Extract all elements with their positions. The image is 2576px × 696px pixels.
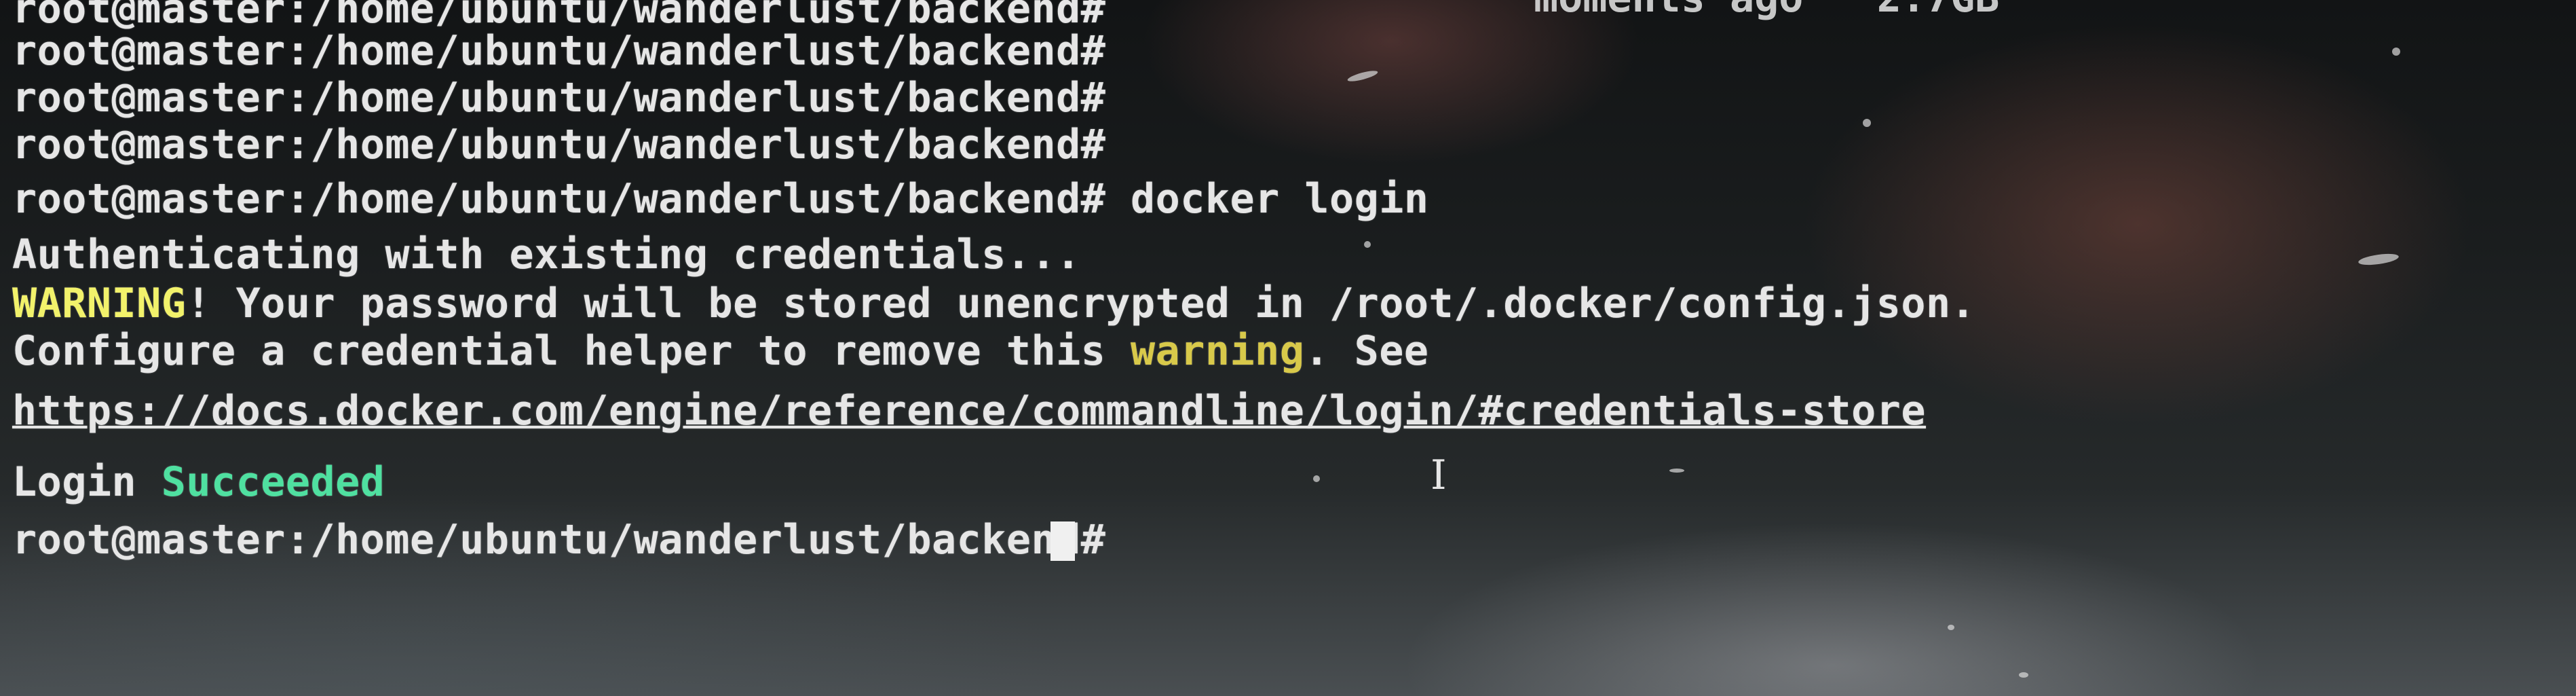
configure-post: . See [1304, 327, 1429, 375]
login-pre: Login [12, 458, 162, 506]
screen-smudge [1948, 625, 1954, 630]
prompt: root@master:/home/ubuntu/wanderlust/back… [12, 121, 1106, 168]
terminal-window[interactable]: moments ago 2.7GB root@master:/home/ubun… [0, 0, 2576, 696]
terminal-line: root@master:/home/ubuntu/wanderlust/back… [12, 27, 1105, 75]
prompt: root@master:/home/ubuntu/wanderlust/back… [12, 74, 1106, 122]
configure-pre: Configure a credential helper to remove … [12, 327, 1131, 375]
prompt: root@master:/home/ubuntu/wanderlust/back… [12, 175, 1106, 223]
screen-smudge [2019, 672, 2028, 678]
prompt: root@master:/home/ubuntu/wanderlust/back… [12, 27, 1106, 75]
auth-line: Authenticating with existing credentials… [12, 231, 1081, 278]
text-cursor [1050, 521, 1075, 561]
terminal-line: root@master:/home/ubuntu/wanderlust/back… [12, 121, 1105, 168]
screen-smudge [1669, 469, 1684, 473]
screen-smudge [1863, 119, 1871, 127]
prompt: root@master:/home/ubuntu/wanderlust/back… [12, 516, 1106, 564]
screen-smudge [1313, 475, 1320, 482]
terminal-line: root@master:/home/ubuntu/wanderlust/back… [12, 175, 1429, 223]
configure-warning-word: warning [1131, 327, 1305, 375]
warning-line: WARNING! Your password will be stored un… [12, 280, 1975, 327]
login-status: Succeeded [161, 458, 385, 506]
docs-link[interactable]: https://docs.docker.com/engine/reference… [12, 387, 1926, 435]
command: docker login [1105, 175, 1429, 223]
terminal-line: root@master:/home/ubuntu/wanderlust/back… [12, 74, 1105, 122]
screen-smudge [2357, 251, 2400, 268]
final-prompt-line[interactable]: root@master:/home/ubuntu/wanderlust/back… [12, 516, 1105, 564]
configure-line: Configure a credential helper to remove … [12, 327, 1429, 375]
login-line: Login Succeeded [12, 458, 385, 506]
warning-text: ! Your password will be stored unencrypt… [186, 280, 1976, 327]
screen-smudge [2392, 48, 2400, 56]
screen-smudge [1346, 69, 1379, 84]
screen-smudge [1364, 241, 1371, 248]
top-fragment-text: moments ago 2.7GB [1534, 0, 1999, 22]
warning-label: WARNING [12, 280, 187, 327]
ibeam-cursor-icon: I [1431, 452, 1447, 499]
